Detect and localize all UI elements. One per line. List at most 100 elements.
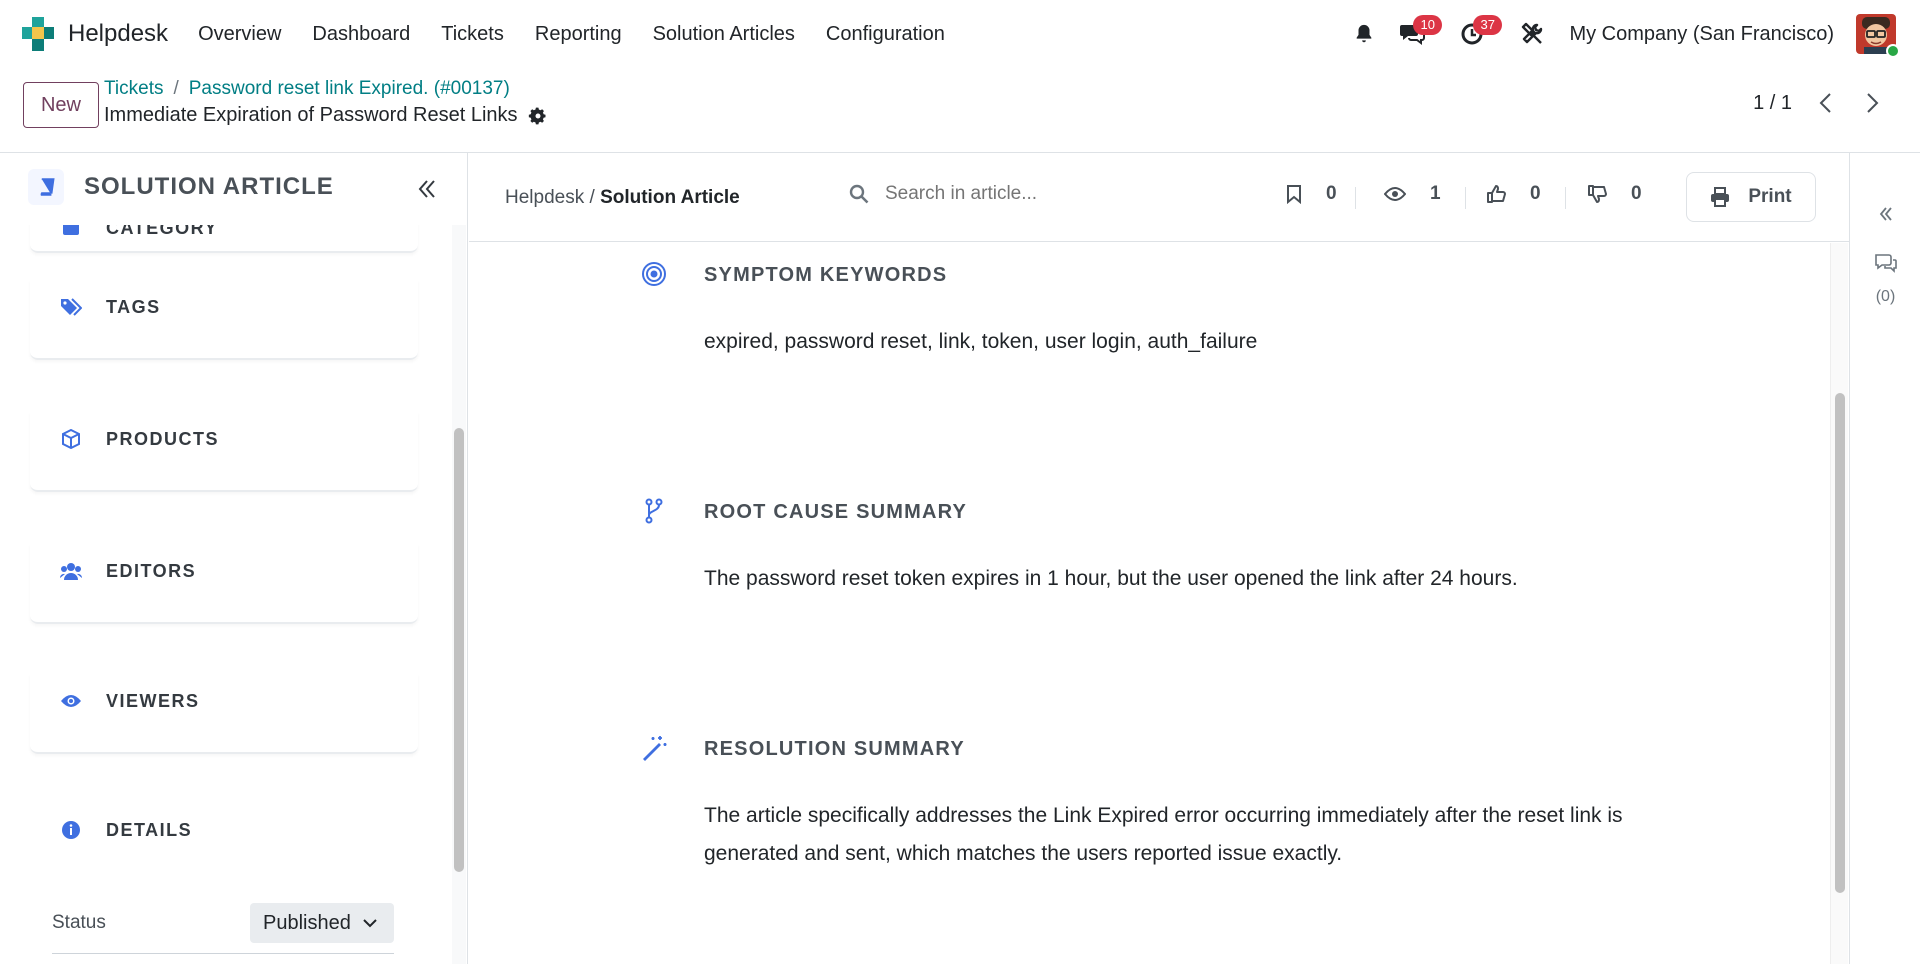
dislike-stat[interactable]: 0 [1587, 183, 1642, 205]
category-label: CATEGORY [106, 225, 219, 238]
breadcrumb-tickets[interactable]: Tickets [104, 78, 163, 99]
panel-scroll-area[interactable]: CATEGORY TAGS PRODUCTS EDITORS VIEWERS D… [0, 225, 452, 964]
messages-button[interactable]: 10 [1395, 15, 1442, 51]
online-status-dot [1886, 44, 1900, 58]
activities-badge: 37 [1473, 15, 1502, 35]
app-name: Helpdesk [68, 20, 169, 47]
eye-icon [60, 690, 82, 712]
chatter-rail: (0) [1849, 153, 1920, 964]
panel-scrollbar[interactable] [452, 225, 466, 964]
info-icon [60, 819, 82, 841]
status-select[interactable]: Published [250, 903, 394, 943]
pager-previous-button[interactable] [1810, 88, 1840, 118]
menu-configuration[interactable]: Configuration [826, 23, 945, 46]
breadcrumb-separator: / [173, 78, 179, 99]
magic-wand-icon [643, 736, 667, 761]
chatter-messages-button[interactable] [1850, 253, 1920, 273]
print-button[interactable]: Print [1686, 172, 1816, 222]
new-button[interactable]: New [23, 82, 99, 128]
article-search [849, 183, 1205, 205]
pager-value[interactable]: 1 / 1 [1753, 92, 1792, 115]
notifications-button[interactable] [1347, 17, 1381, 51]
article-toolbar: Helpdesk / Solution Article 0 1 0 0 Prin… [469, 153, 1849, 242]
section-title-root-cause: ROOT CAUSE SUMMARY [704, 501, 968, 523]
article-breadcrumb: Helpdesk / Solution Article [505, 187, 740, 209]
stat-divider [1355, 187, 1356, 209]
menu-dashboard[interactable]: Dashboard [312, 23, 410, 46]
section-title-symptom-keywords: SYMPTOM KEYWORDS [704, 264, 948, 286]
search-input[interactable] [885, 183, 1205, 205]
user-avatar[interactable] [1856, 14, 1900, 58]
debug-tools-button[interactable] [1515, 17, 1549, 51]
branch-icon [645, 498, 663, 524]
book-icon [28, 169, 64, 205]
record-title: Immediate Expiration of Password Reset L… [104, 104, 548, 127]
print-label: Print [1748, 186, 1792, 207]
tools-icon [1522, 22, 1543, 44]
article-breadcrumb-current: Solution Article [600, 187, 740, 208]
bookmark-icon [1287, 185, 1301, 204]
folder-icon [60, 225, 82, 239]
article-scrollbar[interactable] [1830, 243, 1848, 964]
tags-icon [60, 296, 82, 318]
category-card[interactable]: CATEGORY [30, 225, 418, 253]
status-underline [52, 953, 394, 954]
activities-button[interactable]: 37 [1455, 15, 1502, 51]
target-icon [642, 262, 666, 286]
eye-icon [1384, 187, 1406, 201]
control-panel: New Tickets / Password reset link Expired.… [0, 68, 1920, 153]
cube-icon [60, 428, 82, 450]
like-stat[interactable]: 0 [1486, 183, 1541, 205]
article-view: Helpdesk / Solution Article 0 1 0 0 Prin… [469, 153, 1849, 964]
chatter-count: (0) [1875, 288, 1896, 305]
editors-card[interactable]: EDITORS [30, 544, 418, 624]
like-count: 0 [1530, 183, 1541, 204]
views-stat: 1 [1384, 183, 1441, 205]
panel-title: SOLUTION ARTICLE [84, 173, 334, 200]
thumbs-down-icon [1588, 185, 1607, 203]
details-label: DETAILS [106, 819, 193, 840]
breadcrumb-ticket[interactable]: Password reset link Expired. (#00137) [189, 78, 510, 99]
expand-chatter-button[interactable] [1850, 207, 1920, 221]
stat-divider [1565, 187, 1566, 209]
gear-icon[interactable] [528, 106, 548, 126]
stat-divider [1465, 187, 1466, 209]
comments-icon [1874, 254, 1897, 273]
dislike-count: 0 [1631, 183, 1642, 204]
bookmark-stat[interactable]: 0 [1286, 183, 1337, 205]
menu-overview[interactable]: Overview [198, 23, 281, 46]
navbar-systray: 10 37 My Company (San Francisco) [1347, 0, 1920, 68]
breadcrumb: Tickets / Password reset link Expired. (#0… [104, 78, 510, 100]
main-menu: Overview Dashboard Tickets Reporting Sol… [198, 23, 976, 46]
products-card[interactable]: PRODUCTS [30, 412, 418, 492]
search-icon [849, 184, 869, 204]
menu-solution-articles[interactable]: Solution Articles [653, 23, 795, 46]
collapse-panel-button[interactable] [418, 179, 436, 205]
article-breadcrumb-root[interactable]: Helpdesk [505, 187, 584, 208]
messages-badge: 10 [1413, 15, 1442, 35]
panel-scrollbar-thumb[interactable] [454, 428, 464, 872]
printer-icon [1711, 187, 1730, 207]
article-content[interactable]: SYMPTOM KEYWORDS expired, password reset… [469, 243, 1829, 964]
users-icon [60, 560, 82, 582]
menu-tickets[interactable]: Tickets [441, 23, 504, 46]
record-title-text: Immediate Expiration of Password Reset L… [104, 104, 518, 126]
top-navbar: Helpdesk Overview Dashboard Tickets Repo… [0, 0, 1920, 68]
products-label: PRODUCTS [106, 428, 220, 449]
company-switcher[interactable]: My Company (San Francisco) [1569, 23, 1834, 46]
status-value: Published [263, 911, 351, 934]
tags-label: TAGS [106, 296, 161, 317]
article-scrollbar-thumb[interactable] [1835, 393, 1845, 893]
editors-label: EDITORS [106, 560, 197, 581]
chevron-down-icon [363, 919, 377, 928]
app-brand[interactable]: Helpdesk [22, 17, 168, 51]
tags-card[interactable]: TAGS [30, 280, 418, 360]
panel-header: SOLUTION ARTICLE [28, 169, 334, 205]
viewers-label: VIEWERS [106, 690, 200, 711]
thumbs-up-icon [1487, 185, 1506, 203]
pager-next-button[interactable] [1858, 88, 1888, 118]
section-body-resolution: The article specifically addresses the L… [704, 804, 1623, 865]
viewers-card[interactable]: VIEWERS [30, 674, 418, 754]
solution-article-panel: SOLUTION ARTICLE CATEGORY TAGS PRODUCTS [0, 153, 468, 964]
menu-reporting[interactable]: Reporting [535, 23, 622, 46]
